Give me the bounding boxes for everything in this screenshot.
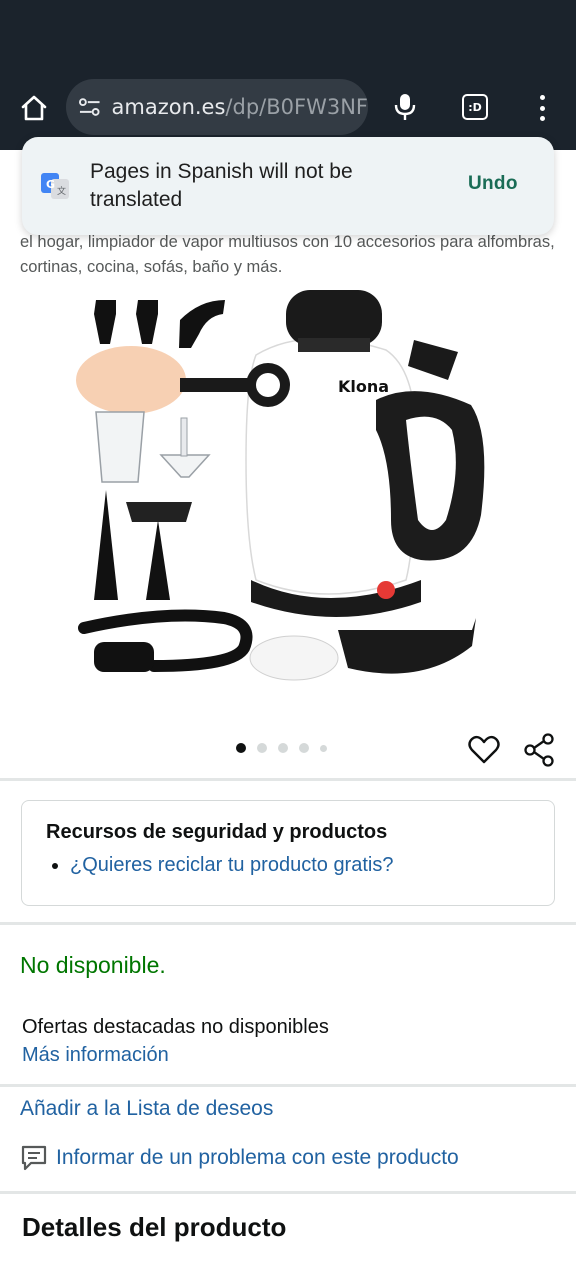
availability-status: No disponible. [20, 952, 166, 978]
carousel-dot-1[interactable] [236, 743, 246, 753]
microphone-icon [394, 94, 416, 120]
recycle-link[interactable]: ¿Quieres reciclar tu producto gratis? [46, 854, 530, 877]
image-carousel-dots[interactable] [236, 743, 327, 753]
google-translate-icon: G 文 [41, 173, 69, 199]
scraper-attachment [338, 618, 476, 674]
spiral-nozzle [146, 520, 170, 600]
menu-dot [539, 105, 545, 111]
feedback-icon [21, 1145, 47, 1171]
wishlist-heart-button[interactable] [468, 734, 500, 766]
tab-switcher-button[interactable]: :D [462, 94, 488, 120]
spiral-nozzle [94, 490, 118, 600]
product-title-text: el hogar, limpiador de vapor multiusos c… [20, 233, 555, 276]
safety-resources-card: Recursos de seguridad y productos ¿Quier… [21, 800, 555, 906]
home-button[interactable] [14, 90, 54, 126]
brush-attachments [94, 300, 225, 348]
url-text: amazon.es/dp/B0FW3NF [112, 95, 369, 119]
report-problem-text[interactable]: Informar de un problema con este product… [56, 1146, 459, 1170]
safety-title: Recursos de seguridad y productos [46, 821, 388, 843]
url-path: /dp/B0FW3NF [225, 95, 368, 119]
translate-message: Pages in Spanish will not be translated [90, 160, 353, 211]
url-domain: amazon.es [111, 95, 226, 119]
bullet [52, 862, 58, 869]
carousel-dot-2[interactable] [257, 743, 267, 753]
voice-search-button[interactable] [388, 90, 422, 124]
carousel-dot-4[interactable] [299, 743, 309, 753]
add-to-wishlist-link[interactable]: Añadir a la Lista de deseos [20, 1097, 273, 1121]
heart-icon [468, 735, 500, 764]
product-image[interactable]: Klona [76, 280, 506, 695]
funnel-spout [180, 417, 188, 457]
svg-text:文: 文 [57, 185, 66, 197]
recycle-link-text[interactable]: ¿Quieres reciclar tu producto gratis? [70, 854, 393, 877]
brand-logo: Klona [338, 377, 389, 396]
featured-offers-text: Ofertas destacadas no disponibles [22, 1016, 329, 1038]
menu-dot [539, 116, 545, 121]
measuring-cup [95, 411, 145, 483]
translate-snackbar: G 文 Pages in Spanish will not be transla… [22, 137, 554, 235]
undo-button[interactable]: Undo [468, 173, 518, 195]
svg-text:G: G [46, 178, 55, 191]
more-info-link[interactable]: Más información [22, 1044, 169, 1067]
share-button[interactable] [523, 733, 555, 767]
carousel-dot-3[interactable] [278, 743, 288, 753]
squeegee [126, 502, 192, 522]
carousel-dot-5[interactable] [320, 744, 327, 752]
section-divider [0, 1084, 576, 1087]
status-bar [0, 0, 576, 62]
home-icon [21, 95, 47, 121]
site-settings-icon[interactable] [78, 97, 102, 117]
funnel [159, 454, 211, 478]
product-details-heading: Detalles del producto [22, 1212, 287, 1242]
browser-menu-button[interactable] [530, 92, 554, 124]
section-divider [0, 1191, 576, 1194]
report-problem-link[interactable]: Informar de un problema con este product… [20, 1144, 459, 1172]
product-title[interactable]: el hogar, limpiador de vapor multiusos c… [20, 230, 560, 280]
share-icon [524, 733, 554, 767]
address-bar[interactable]: amazon.es/dp/B0FW3NF [66, 79, 368, 135]
section-divider [0, 922, 576, 925]
steamer-body: Klona [180, 290, 485, 617]
page-content: el hogar, limpiador de vapor multiusos c… [0, 150, 576, 1280]
tab-switcher-label: :D [468, 100, 482, 114]
section-divider [0, 778, 576, 781]
steam-cloud [76, 346, 186, 414]
microfiber-cloth [249, 635, 339, 681]
hose-nozzle [94, 642, 154, 672]
menu-dot [539, 95, 545, 100]
